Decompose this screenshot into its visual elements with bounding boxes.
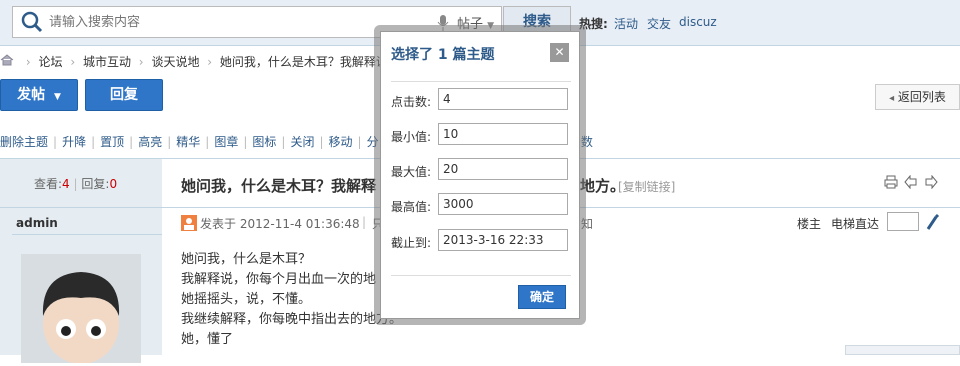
breadcrumb-forum[interactable]: 论坛 <box>38 55 62 69</box>
post-line: 她摇摇头，说，不懂。 <box>181 292 312 307</box>
clicks-label: 点击数: <box>391 95 432 109</box>
chevron-left-icon: ◂ <box>889 93 895 104</box>
jump-icon[interactable] <box>926 213 940 234</box>
post-meta: 发表于 2012-11-4 01:36:48 <box>200 215 360 232</box>
elevator-label: 电梯直达 <box>831 217 880 231</box>
hot-link-activity[interactable]: 活动 <box>614 15 638 32</box>
breadcrumb-chat[interactable]: 谈天说地 <box>151 55 199 69</box>
floor-label: 楼主 <box>797 217 822 231</box>
meta-separator: | <box>362 215 367 229</box>
post-line: 我继续解释，你每晚中指出去的地方。 <box>181 312 403 327</box>
top-value-input[interactable]: 3000 <box>438 193 568 215</box>
post-author-panel: admin <box>0 208 162 364</box>
toolbar-separator: | <box>167 135 172 149</box>
mod-action-3[interactable]: 高亮 <box>138 135 162 149</box>
toolbar-separator: | <box>53 135 58 149</box>
post-date: 2012-11-4 01:36:48 <box>239 217 360 231</box>
close-icon[interactable]: ✕ <box>550 43 569 62</box>
breadcrumb-thread[interactable]: 她问我，什么是木耳？我解释说 <box>220 55 388 69</box>
search-input[interactable] <box>49 7 429 37</box>
new-post-label: 发帖 <box>17 87 46 103</box>
prev-thread-icon[interactable] <box>904 174 918 192</box>
mod-action-6[interactable]: 图标 <box>252 135 276 149</box>
chevron-right-icon: › <box>138 55 144 69</box>
home-icon[interactable] <box>0 54 14 69</box>
mod-action-0[interactable]: 删除主题 <box>0 135 48 149</box>
chevron-right-icon: › <box>207 55 213 69</box>
toolbar-separator: | <box>205 135 210 149</box>
views-count: 4 <box>62 177 70 191</box>
back-to-list-button[interactable]: ◂ 返回列表 <box>875 84 960 110</box>
print-icon[interactable] <box>884 175 898 192</box>
toolbar-separator: | <box>319 135 324 149</box>
post-body: 她问我，什么是木耳？ 我解释说，你每个月出血一次的地 她摇摇头，说，不懂。 我继… <box>181 250 402 350</box>
copy-link[interactable]: [复制链接] <box>618 178 675 195</box>
new-post-button[interactable]: 发帖 ▼ <box>0 79 78 111</box>
author-badge-icon <box>181 215 197 234</box>
toolbar-separator: | <box>357 135 362 149</box>
posted-label: 发表于 <box>200 217 237 231</box>
hot-link-friends[interactable]: 交友 <box>647 15 671 32</box>
mod-action-7[interactable]: 关闭 <box>290 135 314 149</box>
clicks-input[interactable]: 4 <box>438 88 568 110</box>
divider <box>391 275 571 276</box>
post-line: 她问我，什么是木耳？ <box>181 252 312 267</box>
post-line: 她，懂了 <box>181 332 234 347</box>
divider <box>12 234 162 235</box>
chevron-right-icon: › <box>70 55 76 69</box>
deadline-input[interactable]: 2013-3-16 22:33 <box>438 229 568 251</box>
avatar[interactable] <box>21 254 141 364</box>
mod-action-8[interactable]: 移动 <box>329 135 353 149</box>
dialog-title: 选择了 1 篇主题 <box>391 47 495 63</box>
min-value-input[interactable]: 10 <box>438 123 568 145</box>
max-value-label: 最大值: <box>391 165 432 179</box>
thread-stats: 查看:4 | 回复:0 <box>0 158 162 208</box>
chevron-down-icon: ▼ <box>53 92 61 102</box>
author-name[interactable]: admin <box>16 216 58 230</box>
next-thread-icon[interactable] <box>924 174 938 192</box>
set-views-dialog: 选择了 1 篇主题 ✕ 点击数: 4 最小值: 10 最大值: 20 最高值: … <box>380 31 580 319</box>
chevron-right-icon: › <box>25 55 31 69</box>
toolbar-separator: | <box>129 135 134 149</box>
elevator-floor-input[interactable] <box>887 212 919 231</box>
breadcrumb-city[interactable]: 城市互动 <box>83 55 131 69</box>
hot-link-discuz[interactable]: discuz <box>679 15 717 29</box>
toolbar-separator: | <box>91 135 96 149</box>
confirm-button[interactable]: 确定 <box>518 285 566 309</box>
replies-label: 回复: <box>81 177 110 191</box>
mod-action-4[interactable]: 精华 <box>176 135 200 149</box>
top-value-label: 最高值: <box>391 200 432 214</box>
reply-button[interactable]: 回复 <box>85 79 163 111</box>
mod-action-2[interactable]: 置顶 <box>100 135 124 149</box>
divider <box>391 81 571 82</box>
mod-action-1[interactable]: 升降 <box>62 135 86 149</box>
thread-title: 她问我，什么是木耳？我解释 <box>181 177 377 195</box>
views-label: 查看: <box>34 177 63 191</box>
mod-action-5[interactable]: 图章 <box>214 135 238 149</box>
replies-count: 0 <box>109 177 118 191</box>
max-value-input[interactable]: 20 <box>438 158 568 180</box>
post-line: 我解释说，你每个月出血一次的地 <box>181 272 377 287</box>
back-to-list-label: 返回列表 <box>897 90 946 104</box>
side-widget <box>845 345 960 355</box>
toolbar-separator: | <box>243 135 248 149</box>
toolbar-separator: | <box>281 135 286 149</box>
min-value-label: 最小值: <box>391 130 432 144</box>
breadcrumb: › 论坛 › 城市互动 › 谈天说地 › 她问我，什么是木耳？我解释说 <box>0 53 388 69</box>
search-icon <box>13 7 49 37</box>
deadline-label: 截止到: <box>391 236 432 250</box>
